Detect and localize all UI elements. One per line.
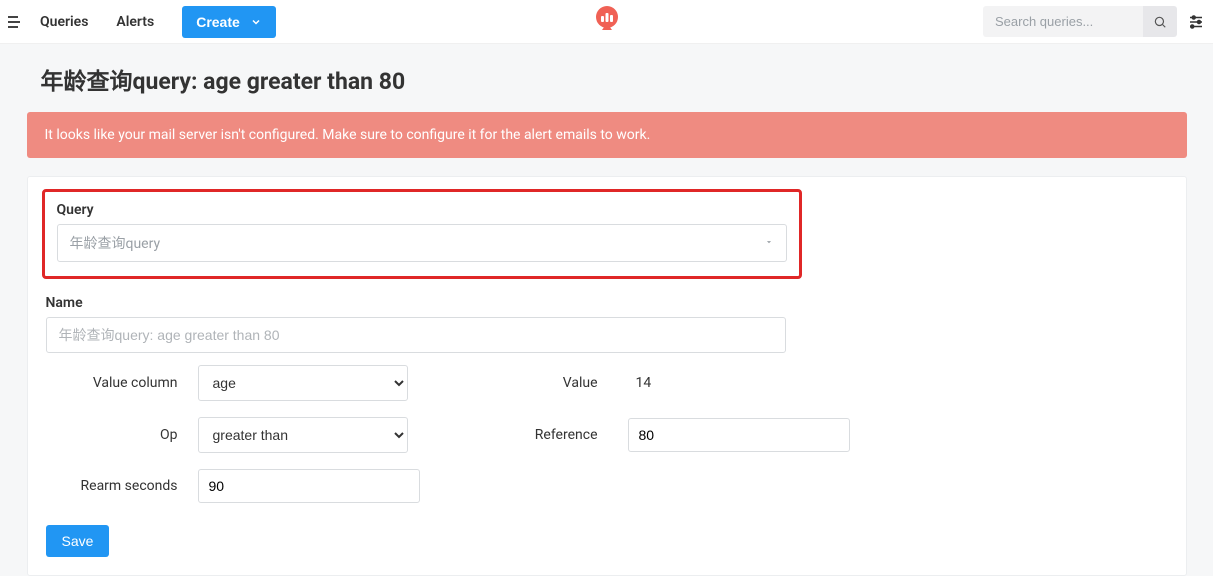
create-button[interactable]: Create xyxy=(182,6,276,38)
nav-queries[interactable]: Queries xyxy=(26,4,102,40)
alert-banner: It looks like your mail server isn't con… xyxy=(27,112,1187,158)
sliders-icon xyxy=(1187,13,1205,31)
query-highlight-box: Query 年龄查询query xyxy=(42,189,802,279)
rearm-label: Rearm seconds xyxy=(58,478,198,494)
menu-icon[interactable] xyxy=(8,10,26,34)
brand-logo xyxy=(592,5,622,39)
search-icon xyxy=(1153,15,1167,29)
search-container xyxy=(983,6,1177,37)
name-input[interactable] xyxy=(46,317,786,353)
value-label: Value xyxy=(428,375,628,391)
value-display: 14 xyxy=(628,375,652,391)
chevron-down-icon xyxy=(250,16,262,28)
page-title: 年龄查询query: age greater than 80 xyxy=(27,44,1187,112)
save-button[interactable]: Save xyxy=(46,525,110,557)
form-panel: Query 年龄查询query Name Value column xyxy=(27,176,1187,576)
search-button[interactable] xyxy=(1143,6,1177,37)
value-column-select[interactable]: age xyxy=(198,365,408,401)
topbar: Queries Alerts Create xyxy=(0,0,1213,44)
settings-button[interactable] xyxy=(1187,13,1205,31)
query-select-value: 年龄查询query xyxy=(70,233,161,253)
rearm-input[interactable] xyxy=(198,469,420,503)
name-label: Name xyxy=(46,295,1168,311)
value-column-label: Value column xyxy=(58,375,198,391)
nav-alerts[interactable]: Alerts xyxy=(102,4,168,40)
reference-label: Reference xyxy=(428,427,628,443)
op-label: Op xyxy=(58,427,198,443)
reference-input[interactable] xyxy=(628,418,850,452)
op-select[interactable]: greater than xyxy=(198,417,408,453)
query-label: Query xyxy=(57,202,787,218)
query-select[interactable]: 年龄查询query xyxy=(57,224,787,262)
create-button-label: Create xyxy=(196,14,240,30)
search-input[interactable] xyxy=(983,6,1143,37)
caret-down-icon xyxy=(764,235,774,251)
